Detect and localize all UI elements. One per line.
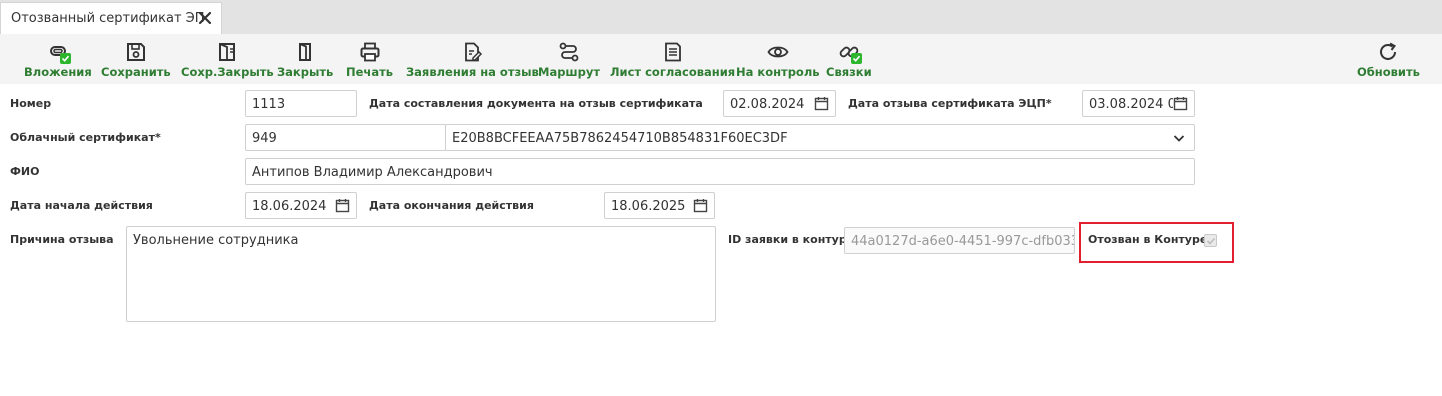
floppy-disk-icon (125, 41, 147, 63)
doc-date-value: 02.08.2024 (730, 97, 805, 112)
kontur-id-label: ID заявки в контур (728, 233, 847, 246)
tab-bar: Отозванный сертификат ЭП (0, 0, 1442, 34)
eye-icon (767, 41, 789, 63)
printer-icon (359, 41, 381, 63)
number-label: Номер (10, 97, 52, 110)
toolbar: Вложения Сохранить Сохр.Закрыть Закрыть … (0, 34, 1442, 84)
fio-field[interactable]: Антипов Владимир Александрович (245, 158, 1195, 185)
fio-label: ФИО (10, 165, 40, 178)
check-icon (1206, 237, 1216, 245)
calendar-icon[interactable] (693, 198, 708, 213)
revoke-date-label: Дата отзыва сертификата ЭЦП* (848, 97, 1052, 110)
links-button[interactable]: Связки (826, 34, 872, 84)
start-date-label: Дата начала действия (10, 199, 153, 212)
end-date-label: Дата окончания действия (369, 199, 534, 212)
revoked-kontur-checkbox[interactable] (1204, 234, 1217, 247)
sheet-list-icon (662, 41, 684, 63)
cloud-cert-serial: E20B8BCFEEAA75B7862454710B854831F60EC3DF (452, 131, 788, 146)
approval-sheet-button[interactable]: Лист согласования (610, 34, 735, 84)
kontur-id-field[interactable]: 44a0127d-a6e0-4451-997c-dfb03350 (844, 227, 1075, 254)
chevron-down-icon (1173, 135, 1185, 142)
revoked-kontur-label: Отозван в Контуре (1088, 233, 1208, 246)
save-button[interactable]: Сохранить (101, 34, 171, 84)
start-date-value: 18.06.2024 (252, 199, 327, 214)
calendar-icon[interactable] (814, 96, 829, 111)
tab-revoked-certificate[interactable]: Отозванный сертификат ЭП (0, 2, 222, 34)
save-close-icon (216, 41, 238, 63)
revoke-date-field[interactable]: 03.08.2024 05 (1082, 90, 1195, 117)
refresh-button[interactable]: Обновить (1357, 34, 1420, 84)
check-badge-icon (850, 53, 862, 64)
end-date-field[interactable]: 18.06.2025 (604, 192, 715, 219)
link-chain-icon (838, 41, 862, 64)
attachments-button[interactable]: Вложения (24, 34, 92, 84)
doc-date-field[interactable]: 02.08.2024 (723, 90, 836, 117)
number-field[interactable]: 1113 (245, 90, 357, 117)
on-control-button[interactable]: На контроль (736, 34, 820, 84)
close-icon[interactable] (197, 10, 213, 26)
calendar-icon[interactable] (1173, 96, 1188, 111)
cloud-cert-select[interactable]: E20B8BCFEEAA75B7862454710B854831F60EC3DF (445, 124, 1195, 151)
close-button[interactable]: Закрыть (277, 34, 333, 84)
end-date-value: 18.06.2025 (611, 199, 686, 214)
check-badge-icon (59, 53, 71, 64)
door-close-icon (294, 41, 316, 63)
route-button[interactable]: Маршрут (538, 34, 600, 84)
calendar-icon[interactable] (335, 198, 350, 213)
refresh-icon (1377, 41, 1399, 63)
doc-date-label: Дата составления документа на отзыв серт… (369, 97, 703, 110)
document-edit-icon (461, 41, 483, 63)
save-close-button[interactable]: Сохр.Закрыть (181, 34, 274, 84)
tab-title: Отозванный сертификат ЭП (11, 11, 205, 26)
cloud-cert-id-field[interactable]: 949 (245, 124, 446, 151)
start-date-field[interactable]: 18.06.2024 (245, 192, 357, 219)
reason-label: Причина отзыва (10, 233, 114, 246)
route-icon (558, 41, 580, 63)
cloud-cert-label: Облачный сертификат* (10, 131, 161, 144)
revocation-requests-button[interactable]: Заявления на отзыв (406, 34, 539, 84)
reason-textarea[interactable]: Увольнение сотрудника (126, 226, 716, 322)
print-button[interactable]: Печать (346, 34, 393, 84)
paperclip-icon (47, 41, 71, 64)
revoke-date-value: 03.08.2024 05 (1089, 97, 1185, 112)
